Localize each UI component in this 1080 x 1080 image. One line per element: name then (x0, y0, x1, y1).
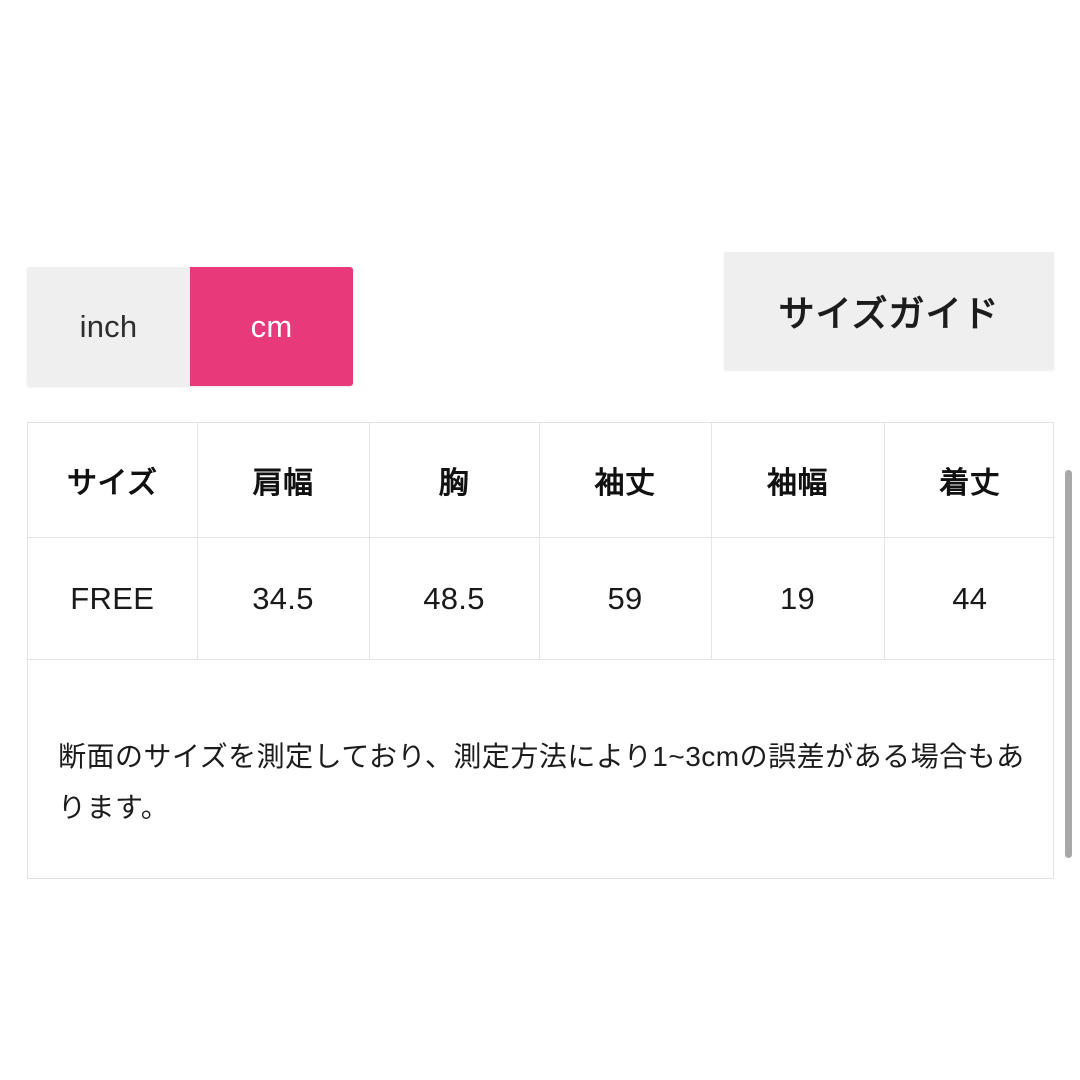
table-header-cell: サイズ (28, 423, 198, 538)
table-header-cell: 袖丈 (539, 423, 712, 538)
unit-toggle-option-inch[interactable]: inch (27, 267, 190, 386)
table-header-cell: 胸 (369, 423, 540, 538)
unit-toggle[interactable]: inch cm (27, 267, 353, 386)
table-cell-sleeve-width: 19 (711, 537, 885, 660)
page-viewport: inch cm サイズガイド サイズ 肩幅 胸 袖丈 袖幅 着丈 FREE 34… (0, 0, 1080, 1080)
size-guide-title: サイズガイド (778, 293, 1000, 334)
table-cell-chest: 48.5 (369, 537, 540, 660)
table-cell-size: FREE (28, 537, 198, 660)
table-header-cell: 袖幅 (711, 423, 885, 538)
page-scrollbar-track[interactable] (1065, 0, 1077, 1080)
table-note-cell: 断面のサイズを測定しており、測定方法により1~3cmの誤差がある場合もあります。 (28, 660, 1055, 879)
table-note-row: 断面のサイズを測定しており、測定方法により1~3cmの誤差がある場合もあります。 (28, 660, 1055, 879)
size-guide-heading: サイズガイド (724, 252, 1054, 370)
measurement-note: 断面のサイズを測定しており、測定方法により1~3cmの誤差がある場合もあります。 (58, 741, 1025, 823)
table-cell-total-length: 44 (884, 537, 1055, 660)
table-row: FREE 34.5 48.5 59 19 44 (28, 537, 1055, 660)
table-header-cell: 肩幅 (197, 423, 370, 538)
size-table-container: サイズ 肩幅 胸 袖丈 袖幅 着丈 FREE 34.5 48.5 59 19 4… (27, 422, 1055, 879)
table-header-row: サイズ 肩幅 胸 袖丈 袖幅 着丈 (28, 423, 1055, 538)
size-table: サイズ 肩幅 胸 袖丈 袖幅 着丈 FREE 34.5 48.5 59 19 4… (28, 423, 1055, 878)
unit-toggle-option-cm[interactable]: cm (190, 267, 353, 386)
table-cell-sleeve-length: 59 (539, 537, 712, 660)
table-cell-shoulder: 34.5 (197, 537, 370, 660)
unit-toggle-option-inch-label: inch (79, 308, 138, 344)
unit-toggle-option-cm-label: cm (250, 308, 293, 344)
page-scrollbar-thumb[interactable] (1065, 470, 1072, 858)
table-header-cell: 着丈 (884, 423, 1055, 538)
